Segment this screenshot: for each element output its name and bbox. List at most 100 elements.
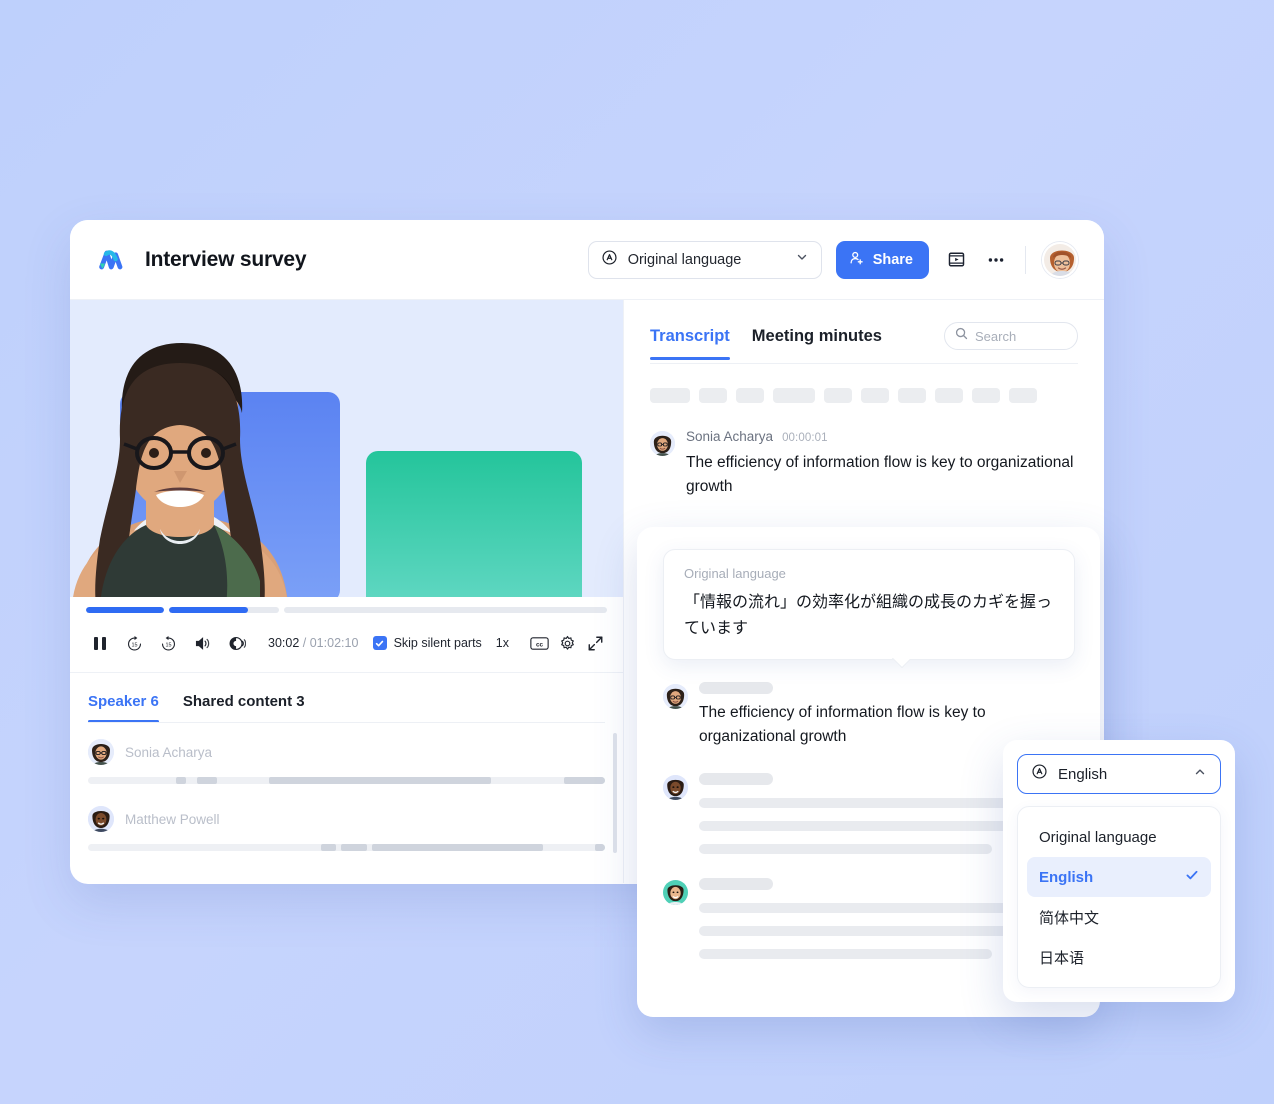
sonia-avatar [663, 684, 688, 710]
app-header: Interview survey Original language Share [70, 220, 1104, 300]
share-button[interactable]: Share [835, 240, 929, 279]
language-dropdown-trigger[interactable]: English [1017, 754, 1221, 794]
video-frame-icon[interactable] [943, 247, 969, 273]
language-option-label: 简体中文 [1039, 909, 1100, 927]
speakers-scrollbar[interactable] [613, 733, 617, 853]
speaker-name: Matthew Powell [125, 811, 220, 827]
skip-silent-parts-toggle[interactable]: Skip silent parts [372, 636, 482, 650]
chevron-down-icon [795, 250, 809, 269]
current-time: 30:02 [268, 636, 300, 650]
speaker-header: Sonia Acharya [88, 739, 605, 765]
speaker-activity-bar[interactable] [88, 844, 605, 851]
tooltip-arrow [892, 658, 910, 668]
language-option-original[interactable]: Original language [1027, 817, 1211, 857]
more-horizontal-icon[interactable] [983, 247, 1009, 273]
svg-text:15: 15 [165, 642, 171, 648]
speaker-row[interactable]: Matthew Powell [88, 806, 605, 851]
language-selector[interactable]: Original language [587, 240, 822, 279]
third-avatar [663, 880, 688, 906]
chevron-up-icon [1193, 765, 1207, 784]
playback-speed-button[interactable]: 1x [496, 636, 509, 650]
participant-2-portrait [73, 363, 287, 597]
language-option-label: Original language [1039, 828, 1157, 846]
search-field[interactable] [975, 328, 1067, 344]
language-dropdown-value: English [1058, 765, 1108, 783]
language-options-menu: Original language English 简体中文 日本语 [1017, 806, 1221, 988]
video-column: 15 15 30:02 / 01:02:10 Skip silent parts… [70, 300, 624, 883]
seek-segment-3[interactable] [284, 607, 607, 613]
transcript-tabs: Transcript Meeting minutes [650, 322, 1078, 364]
language-option-label: English [1039, 868, 1094, 886]
sonia-avatar [650, 431, 675, 456]
language-option-japanese[interactable]: 日本语 [1027, 937, 1211, 977]
svg-text:cc: cc [535, 641, 543, 648]
gear-icon[interactable] [555, 632, 579, 654]
transcript-entry[interactable]: The efficiency of information flow is ke… [663, 682, 1074, 749]
seek-bar[interactable] [86, 607, 607, 613]
seek-segment-1[interactable] [86, 607, 164, 613]
volume-icon[interactable] [188, 631, 216, 655]
original-language-tooltip: Original language 「情報の流れ」の効率化が組織の成長のカギを握… [663, 549, 1075, 661]
language-option-english[interactable]: English [1027, 857, 1211, 897]
transcript-timestamp[interactable]: 00:00:01 [782, 432, 828, 444]
pause-icon[interactable] [86, 631, 114, 655]
speakers-tabs: Speaker 6 Shared content 3 [70, 673, 623, 723]
tab-meeting-minutes[interactable]: Meeting minutes [752, 327, 882, 360]
language-option-label: 日本语 [1039, 949, 1085, 967]
audio-device-icon[interactable] [222, 631, 250, 655]
speaker-name-skeleton [699, 878, 773, 891]
chip-skeleton [898, 388, 926, 403]
text-line-skeleton [699, 949, 992, 960]
video-tile-participant-2[interactable] [366, 451, 582, 597]
transcript-text: The efficiency of information flow is ke… [686, 454, 1074, 496]
avatar[interactable] [1042, 241, 1078, 278]
closed-captions-icon[interactable]: cc [527, 632, 551, 654]
tooltip-label: Original language [684, 566, 786, 581]
player-right-controls: Skip silent parts 1x cc [372, 632, 607, 654]
skip-silent-parts-label: Skip silent parts [393, 636, 482, 650]
chip-skeleton [699, 388, 727, 403]
tooltip-original-text: 「情報の流れ」の効率化が組織の成長のカギを握っています [684, 594, 1053, 637]
speaker-name-skeleton [699, 773, 773, 786]
time-separator: / [302, 636, 307, 650]
video-stage[interactable] [70, 300, 623, 597]
share-button-label: Share [872, 251, 913, 268]
total-time: 01:02:10 [309, 636, 359, 650]
speaker-activity-bar[interactable] [88, 777, 605, 784]
chip-skeleton [736, 388, 764, 403]
matthew-avatar [663, 775, 688, 801]
transport-controls: 15 15 30:02 / 01:02:10 Skip silent parts… [86, 631, 607, 655]
chip-skeleton [1009, 388, 1037, 403]
matthew-avatar [88, 806, 114, 832]
check-icon [1185, 868, 1199, 886]
speakers-panel: Speaker 6 Shared content 3 Sonia Acharya… [70, 673, 623, 883]
speaker-row[interactable]: Sonia Acharya [88, 739, 605, 784]
transcript-speaker-name: Sonia Acharya [686, 429, 774, 444]
checkbox-checked-icon [372, 636, 387, 650]
translate-circle-icon [601, 249, 618, 271]
expand-icon[interactable] [583, 632, 607, 654]
transcript-chips-skeleton [650, 388, 1078, 403]
tile-background-teal [366, 451, 582, 597]
chip-skeleton [773, 388, 815, 403]
rewind-15-icon[interactable]: 15 [120, 631, 148, 655]
page-title: Interview survey [145, 247, 307, 271]
chip-skeleton [650, 388, 690, 403]
header-actions: Original language Share [587, 240, 1078, 279]
chip-skeleton [824, 388, 852, 403]
search-input[interactable] [944, 322, 1078, 350]
chip-skeleton [972, 388, 1000, 403]
transcript-entry[interactable]: Sonia Acharya 00:00:01 The efficiency of… [650, 429, 1078, 499]
transcript-entry-body: Sonia Acharya 00:00:01 The efficiency of… [686, 429, 1078, 499]
seek-segment-2[interactable] [169, 607, 279, 613]
text-line-skeleton [699, 844, 992, 855]
language-option-simplified-chinese[interactable]: 简体中文 [1027, 897, 1211, 937]
search-icon [955, 327, 968, 345]
brand-wave-logo-icon [98, 246, 128, 274]
tab-shared-content[interactable]: Shared content 3 [183, 693, 305, 723]
tab-speaker[interactable]: Speaker 6 [88, 693, 159, 723]
speaker-name: Sonia Acharya [125, 744, 213, 760]
translate-circle-icon [1031, 763, 1048, 785]
forward-15-icon[interactable]: 15 [154, 631, 182, 655]
tab-transcript[interactable]: Transcript [650, 327, 730, 360]
